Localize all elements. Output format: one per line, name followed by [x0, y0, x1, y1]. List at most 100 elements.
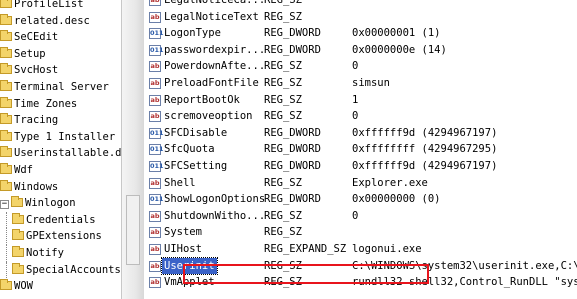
string-value-icon: ab: [149, 243, 161, 255]
tree-item[interactable]: Notify: [0, 244, 121, 262]
tree-item[interactable]: Wdf: [0, 162, 121, 179]
value-data: 0: [352, 60, 359, 73]
value-row[interactable]: 011 passwordexpir... REG_DWORD 0x0000000e (…: [144, 42, 577, 59]
value-type: REG_DWORD: [264, 193, 321, 206]
value-type: REG_DWORD: [264, 159, 321, 172]
value-data: 0xffffffff (4294967295): [352, 143, 498, 156]
value-name: LegalNoticeCa...: [164, 0, 266, 6]
value-name: System: [164, 226, 202, 239]
tree-item-label: Setup: [14, 47, 46, 60]
string-value-icon: ab: [149, 77, 161, 89]
folder-icon: [0, 162, 12, 174]
tree-item[interactable]: GPExtensions: [0, 228, 121, 245]
folder-icon: [0, 30, 12, 42]
binary-value-icon: 011: [149, 144, 164, 156]
folder-icon: [0, 0, 12, 8]
tree-item-label: Tracing: [14, 114, 59, 127]
value-row[interactable]: ab ShutdownWitho... REG_SZ 0: [144, 208, 577, 225]
value-data: 0xffffff9d (4294967197): [352, 126, 498, 139]
string-value-icon: ab: [149, 227, 161, 239]
value-row[interactable]: 011 SfcQuota REG_DWORD 0xffffffff (42949672…: [144, 141, 577, 158]
value-row[interactable]: ab System REG_SZ: [144, 224, 577, 241]
value-data: Explorer.exe: [352, 176, 428, 189]
value-row[interactable]: 011 LogonType REG_DWORD 0x00000001 (1): [144, 25, 577, 42]
binary-value-icon: 011: [149, 127, 164, 139]
tree-item[interactable]: Type 1 Installer: [0, 129, 121, 146]
tree-item[interactable]: WOW: [0, 278, 121, 295]
folder-icon: [12, 229, 24, 241]
tree-item[interactable]: SvcHost: [0, 62, 121, 79]
value-data: logonui.exe: [352, 242, 422, 255]
tree-scrollbar[interactable]: [121, 0, 144, 299]
tree-item-label: WOW: [14, 280, 33, 293]
value-data: 0x00000001 (1): [352, 27, 441, 40]
binary-value-icon: 011: [149, 194, 164, 206]
folder-icon: [0, 129, 12, 141]
value-row[interactable]: 011 ShowLogonOptions REG_DWORD 0x00000000 (…: [144, 191, 577, 208]
tree-item-label: SpecialAccounts: [26, 263, 121, 276]
highlight-box: [183, 264, 429, 284]
tree-item[interactable]: Terminal Server: [0, 79, 121, 96]
folder-icon: [0, 279, 12, 291]
binary-value-icon: 011: [149, 160, 164, 172]
tree-item-label: related.desc: [14, 14, 90, 27]
tree-item-label: Terminal Server: [14, 80, 109, 93]
value-row[interactable]: ab PowerdownAfte... REG_SZ 0: [144, 58, 577, 75]
value-type: REG_SZ: [264, 209, 302, 222]
tree-item-label: Wdf: [14, 163, 33, 176]
scrollbar-thumb[interactable]: [126, 195, 140, 265]
value-row[interactable]: ab LegalNoticeCa... REG_SZ: [144, 0, 577, 9]
tree-item[interactable]: SpecialAccounts: [0, 261, 121, 279]
value-data: 1: [352, 93, 359, 106]
string-value-icon: ab: [149, 210, 161, 222]
tree-guide-line: [6, 211, 7, 229]
value-name: passwordexpir...: [164, 43, 266, 56]
value-type: REG_SZ: [264, 93, 302, 106]
value-data: simsun: [352, 76, 390, 89]
tree-item[interactable]: SeCEdit: [0, 29, 121, 46]
value-row[interactable]: ab LegalNoticeText REG_SZ: [144, 9, 577, 26]
value-row[interactable]: 011 SFCDisable REG_DWORD 0xffffff9d (429496…: [144, 125, 577, 142]
folder-icon: [0, 46, 12, 58]
value-name: UIHost: [164, 242, 202, 255]
tree-item[interactable]: Setup: [0, 46, 121, 63]
value-row[interactable]: ab ReportBootOk REG_SZ 1: [144, 92, 577, 109]
tree-guide-line: [6, 261, 7, 279]
collapse-icon[interactable]: −: [0, 200, 9, 210]
value-data: 0x0000000e (14): [352, 43, 447, 56]
value-type: REG_DWORD: [264, 43, 321, 56]
value-row[interactable]: ab Shell REG_SZ Explorer.exe: [144, 175, 577, 192]
tree-item[interactable]: related.desc: [0, 13, 121, 30]
tree-item[interactable]: Credentials: [0, 211, 121, 229]
value-row[interactable]: ab scremoveoption REG_SZ 0: [144, 108, 577, 125]
value-name: SFCDisable: [164, 126, 228, 139]
folder-icon: [12, 245, 24, 257]
tree-item-label: Winlogon: [25, 197, 76, 210]
string-value-icon: ab: [149, 277, 161, 289]
tree-item[interactable]: Time Zones: [0, 96, 121, 113]
tree-item-label: Windows: [14, 180, 59, 193]
string-value-icon: ab: [149, 61, 161, 73]
binary-value-icon: 011: [149, 28, 164, 40]
value-type: REG_SZ: [264, 176, 302, 189]
value-name: ShutdownWitho...: [164, 209, 266, 222]
value-type: REG_SZ: [264, 10, 302, 23]
value-row[interactable]: ab UIHost REG_EXPAND_SZ logonui.exe: [144, 241, 577, 258]
value-name: ReportBootOk: [164, 93, 240, 106]
value-data: 0x00000000 (0): [352, 193, 441, 206]
tree-item[interactable]: Windows: [0, 179, 121, 196]
value-type: REG_SZ: [264, 226, 302, 239]
value-row[interactable]: ab PreloadFontFile REG_SZ simsun: [144, 75, 577, 92]
value-row[interactable]: 011 SFCSetting REG_DWORD 0xffffff9d (429496…: [144, 158, 577, 175]
tree-item[interactable]: Userinstallable.dri: [0, 145, 121, 162]
value-name: LogonType: [164, 27, 221, 40]
value-name: PreloadFontFile: [164, 76, 259, 89]
tree-item[interactable]: Tracing: [0, 112, 121, 129]
value-name: scremoveoption: [164, 110, 253, 123]
folder-icon: [0, 146, 12, 158]
value-type: REG_SZ: [264, 110, 302, 123]
tree-item[interactable]: − Winlogon: [0, 195, 121, 212]
tree-item[interactable]: ProfileList: [0, 0, 121, 13]
string-value-icon: ab: [149, 260, 161, 272]
value-name: LegalNoticeText: [164, 10, 259, 23]
